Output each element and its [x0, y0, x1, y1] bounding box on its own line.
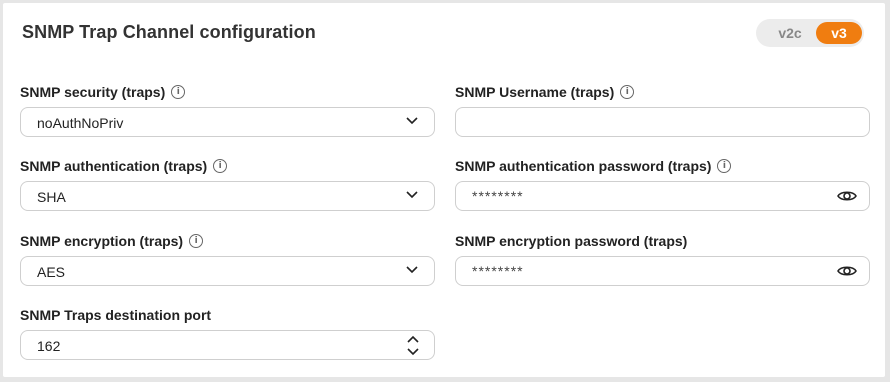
info-icon[interactable]: i [620, 85, 635, 99]
port-number-input[interactable]: 162 [20, 330, 435, 360]
security-label: SNMP security (traps) i [20, 84, 186, 100]
auth-password-input[interactable]: ******** [455, 181, 870, 211]
port-label: SNMP Traps destination port [20, 307, 212, 323]
version-option-v2c[interactable]: v2c [767, 22, 813, 44]
info-icon[interactable]: i [189, 234, 204, 248]
chevron-up-icon[interactable] [407, 334, 419, 344]
version-toggle[interactable]: v2c v3 [756, 19, 864, 47]
port-value: 162 [37, 338, 61, 354]
eye-icon[interactable] [837, 264, 857, 278]
chevron-down-icon [406, 117, 418, 125]
chevron-down-icon [406, 266, 418, 274]
version-option-v3[interactable]: v3 [816, 22, 862, 44]
port-stepper[interactable] [407, 334, 419, 358]
security-select[interactable]: noAuthNoPriv [20, 107, 435, 137]
encryption-label: SNMP encryption (traps) i [20, 233, 204, 249]
enc-password-label: SNMP encryption password (traps) [455, 233, 688, 249]
snmp-trap-config-card: SNMP Trap Channel configuration v2c v3 S… [3, 3, 885, 377]
chevron-down-icon [406, 191, 418, 199]
encryption-select[interactable]: AES [20, 256, 435, 286]
page-title: SNMP Trap Channel configuration [22, 22, 316, 42]
authentication-value: SHA [37, 189, 66, 205]
enc-password-value: ******** [472, 263, 524, 279]
username-input[interactable] [455, 107, 870, 137]
info-icon[interactable]: i [171, 85, 186, 99]
username-label: SNMP Username (traps) i [455, 84, 635, 100]
encryption-value: AES [37, 264, 66, 280]
enc-password-input[interactable]: ******** [455, 256, 870, 286]
auth-password-value: ******** [472, 188, 524, 204]
authentication-select[interactable]: SHA [20, 181, 435, 211]
auth-password-label: SNMP authentication password (traps) i [455, 158, 732, 174]
info-icon[interactable]: i [717, 159, 732, 173]
chevron-down-icon[interactable] [407, 347, 419, 357]
authentication-label: SNMP authentication (traps) i [20, 158, 228, 174]
eye-icon[interactable] [837, 189, 857, 203]
security-value: noAuthNoPriv [37, 115, 124, 131]
info-icon[interactable]: i [213, 159, 228, 173]
